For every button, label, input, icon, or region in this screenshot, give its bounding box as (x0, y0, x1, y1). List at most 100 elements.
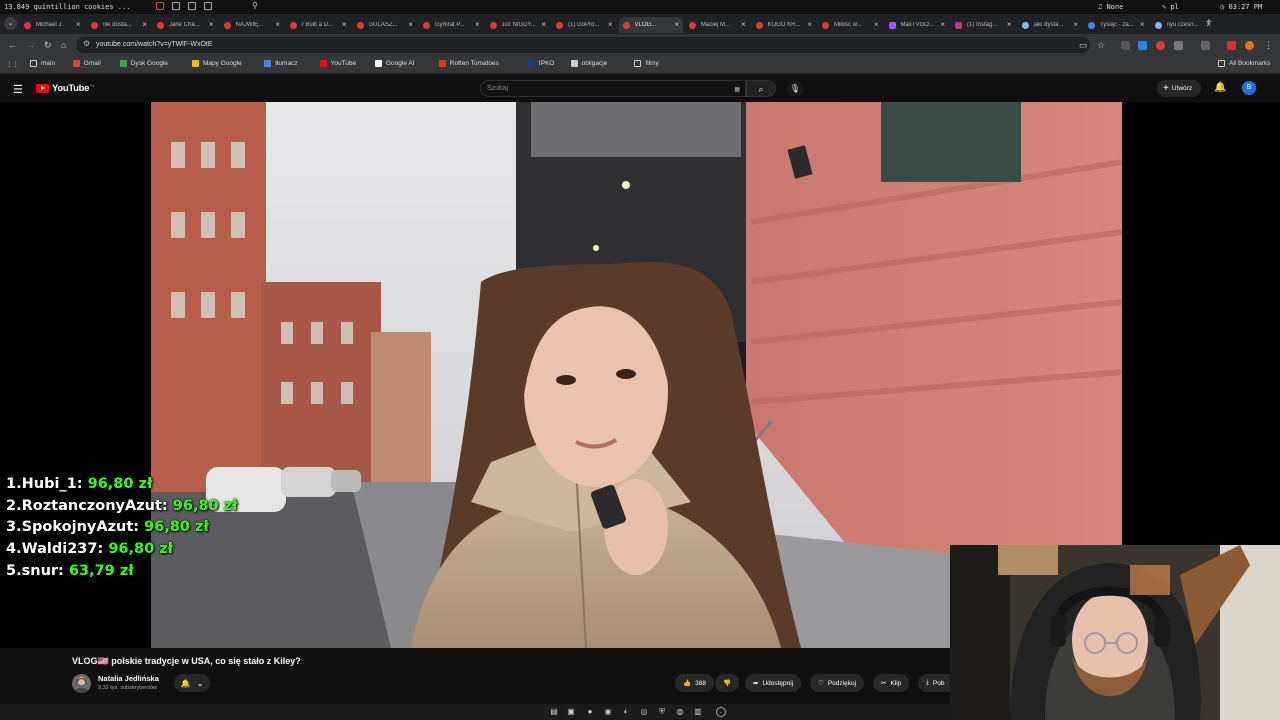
extension-4-icon[interactable] (1227, 41, 1236, 50)
site-info-icon[interactable]: ⚙ (83, 39, 90, 48)
extension-2-icon[interactable] (1138, 41, 1147, 50)
create-button[interactable]: + Utwórz (1157, 80, 1202, 97)
thanks-button[interactable]: ♡ Podziękuj (810, 674, 865, 692)
tab-10[interactable]: Maciej M... × (685, 17, 750, 33)
side-panel-icon[interactable] (1201, 41, 1210, 50)
workspace-4-icon[interactable] (204, 2, 212, 10)
youtube-logo[interactable]: YouTube PL (36, 83, 95, 94)
like-button[interactable]: 👍 388 (675, 674, 714, 692)
bookmark-7[interactable]: Rotten Tomatoes (438, 60, 499, 67)
tab-8[interactable]: (1) GoPro... × (552, 17, 617, 33)
workspace-3-icon[interactable] (188, 2, 196, 10)
clip-button[interactable]: ✂ Klip (873, 674, 910, 692)
address-url[interactable]: youtube.com/watch?v=yTWlF-WxOtE (96, 41, 213, 48)
close-tab-icon[interactable]: × (475, 20, 480, 29)
browser-menu-icon[interactable]: ⋮ (1264, 40, 1273, 51)
bookmark-star-icon[interactable]: ☆ (1097, 40, 1105, 51)
tab-search-button[interactable]: ⌄ (4, 17, 17, 30)
bookmark-8[interactable]: IPKO (527, 60, 554, 67)
bookmark-3[interactable]: Mapy Google (192, 60, 242, 67)
tab-2[interactable]: Jane Cha... × (153, 17, 218, 33)
search-input[interactable]: Szukaj ▦ (480, 80, 746, 97)
close-tab-icon[interactable]: × (342, 20, 347, 29)
reload-icon[interactable]: ↻ (44, 40, 52, 51)
voice-search-button[interactable]: 🎙 (787, 81, 803, 97)
close-tab-icon[interactable]: × (142, 20, 147, 29)
tab-5[interactable]: GULASZ... × (353, 17, 418, 33)
spotify-icon[interactable]: ● (585, 707, 595, 717)
channel-avatar[interactable] (72, 674, 91, 693)
close-tab-icon[interactable]: × (209, 20, 214, 29)
keyboard-icon[interactable]: ▦ (734, 86, 740, 93)
bookmark-1[interactable]: Gmail (72, 60, 101, 67)
forward-icon[interactable]: → (26, 40, 35, 50)
close-tab-icon[interactable]: × (408, 20, 413, 29)
close-tab-icon[interactable]: × (1140, 20, 1145, 29)
profile-avatar-icon[interactable] (1245, 41, 1254, 50)
dislike-button[interactable]: 👎 (715, 674, 740, 692)
download-button[interactable]: ⤓ Pob (918, 674, 950, 692)
close-tab-icon[interactable]: × (874, 20, 879, 29)
bookmark-4[interactable]: tłumacz (264, 60, 298, 67)
bookmark-2[interactable]: Dysk Google (119, 60, 168, 67)
chrome-icon[interactable]: ◍ (675, 707, 685, 717)
bookmark-9[interactable]: obligacje (570, 60, 607, 67)
workspace-1-icon[interactable] (156, 2, 164, 10)
close-tab-icon[interactable]: × (76, 20, 81, 29)
extension-3-icon[interactable] (1156, 41, 1165, 50)
cast-icon[interactable]: ▭ (1079, 40, 1088, 51)
terminal-icon[interactable]: ▣ (566, 707, 576, 717)
subscription-bell-button[interactable]: 🔔 ⌄ (174, 674, 210, 692)
home-icon[interactable]: ⌂ (61, 40, 66, 50)
close-tab-icon[interactable]: × (674, 20, 679, 29)
discord-icon[interactable]: ◐ (621, 707, 631, 717)
close-tab-icon[interactable]: × (807, 20, 812, 29)
extensions-puzzle-icon[interactable] (1174, 41, 1183, 50)
channel-name[interactable]: Natalia Jedlińska (98, 674, 159, 683)
back-icon[interactable]: ← (8, 40, 17, 50)
close-tab-icon[interactable]: × (741, 20, 746, 29)
share-button[interactable]: ➦ Udostępnij (745, 674, 802, 692)
close-tab-icon[interactable]: × (1007, 20, 1012, 29)
tab-11[interactable]: KOGO KR... × (752, 17, 817, 33)
tab-12[interactable]: Miłość w... × (818, 17, 883, 33)
close-tab-icon[interactable]: × (1073, 20, 1078, 29)
close-tab-icon[interactable]: × (940, 20, 945, 29)
tab-1[interactable]: nie dosta... × (87, 17, 152, 33)
bookmark-0[interactable]: main (30, 60, 55, 67)
tab-9[interactable]: VLOG... × (618, 17, 683, 33)
close-tab-icon[interactable]: × (608, 20, 613, 29)
files-icon[interactable]: ▤ (549, 707, 559, 717)
notifications-bell-icon[interactable]: 🔔 (1214, 82, 1226, 93)
pin-icon[interactable]: ⚲ (252, 1, 258, 10)
bookmark-6[interactable]: Google AI (375, 60, 415, 67)
tab-13[interactable]: MaxTVGO... × (885, 17, 950, 33)
bookmark-10[interactable]: filmy (634, 60, 659, 67)
all-bookmarks-button[interactable]: All Bookmarks (1218, 60, 1271, 67)
steam-icon[interactable]: ◉ (603, 707, 613, 717)
tab-16[interactable]: Tysiąc - za... × (1084, 17, 1149, 33)
address-bar[interactable]: ⚙ youtube.com/watch?v=yTWlF-WxOtE (76, 37, 1090, 53)
apps-icon[interactable]: ⋮⋮ (6, 60, 19, 68)
account-avatar[interactable]: B (1242, 81, 1256, 95)
tab-3[interactable]: NAJWIĘ... × (220, 17, 285, 33)
new-tab-button[interactable]: + (1206, 17, 1212, 28)
obs-icon[interactable]: ◎ (639, 707, 649, 717)
tab-15[interactable]: jaki dysta... × (1018, 17, 1083, 33)
menu-icon[interactable]: ☰ (13, 83, 23, 96)
tab-0[interactable]: Michael J. × (20, 17, 85, 33)
tab-6[interactable]: Gymrat P... × (419, 17, 484, 33)
close-tab-icon[interactable]: × (541, 20, 546, 29)
shield-icon[interactable]: ⛨ (657, 707, 667, 717)
bookmark-5[interactable]: YouTube (319, 60, 356, 67)
workspace-switcher[interactable] (156, 2, 212, 10)
tab-14[interactable]: (1) Instag... × (951, 17, 1016, 33)
tab-7[interactable]: Już NIGDY... × (486, 17, 551, 33)
extension-1-icon[interactable] (1121, 41, 1130, 50)
workspace-2-icon[interactable] (172, 2, 180, 10)
notes-icon[interactable]: ▥ (693, 707, 703, 717)
search-button[interactable]: ⌕ (746, 80, 776, 97)
close-tab-icon[interactable]: × (275, 20, 280, 29)
launcher-icon[interactable]: · (716, 707, 726, 717)
tab-4[interactable]: I Built a D... × (286, 17, 351, 33)
